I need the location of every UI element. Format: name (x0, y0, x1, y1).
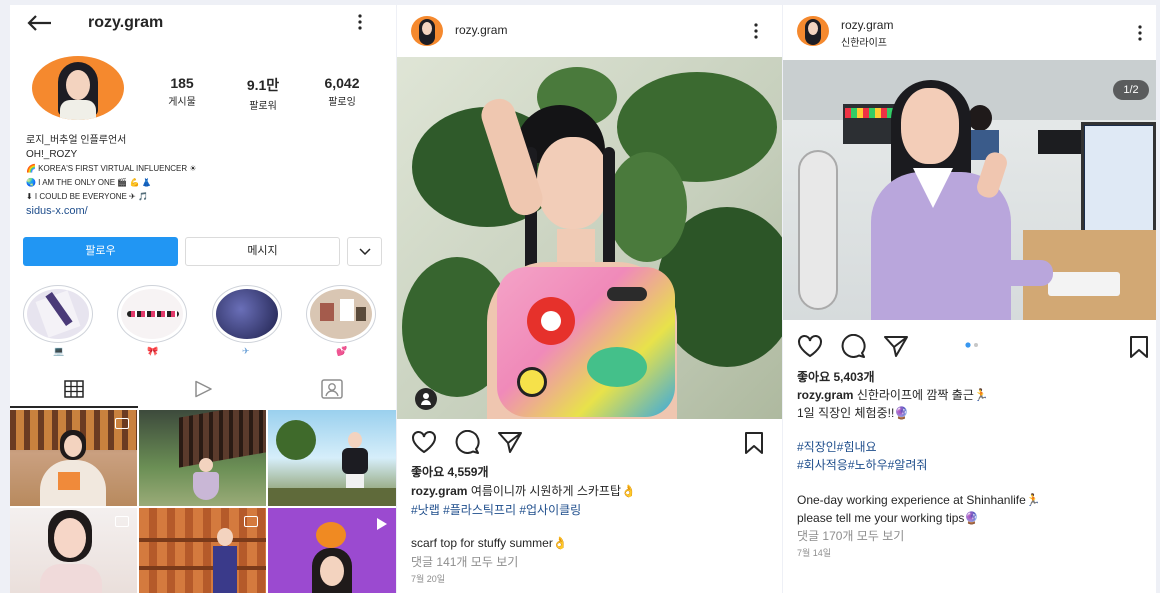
caption-hashtags[interactable]: #회사적응#노하우#알려줘 (797, 456, 1147, 474)
story-emoji: 🎀 (147, 346, 159, 356)
post-location[interactable]: 신한라이프 (841, 34, 887, 49)
caption-text: 신한라이프에 깜짝 출근🏃 (856, 388, 989, 402)
more-options-icon[interactable] (1137, 24, 1143, 42)
chevron-down-icon (359, 248, 371, 256)
stat-followers-value: 9.1만 (246, 77, 280, 93)
profile-bio: 로지_버추얼 인플루언서 OH!_ROZY 🌈 KOREA'S FIRST VI… (26, 134, 386, 218)
stat-following-value: 6,042 (324, 75, 360, 91)
grid-tab-icon[interactable] (64, 380, 84, 398)
post-date: 7월 14일 (797, 548, 832, 558)
profile-avatar[interactable] (32, 56, 124, 120)
profile-panel: rozy.gram 185 게시물 9.1만 팔로워 6,042 팔로잉 로지_… (10, 5, 396, 593)
reels-tab-icon[interactable] (193, 380, 213, 398)
bio-line: ⬇ I COULD BE EVERYONE ✈ 🎵 (26, 192, 148, 201)
story-highlight[interactable] (23, 285, 93, 343)
bio-line: 로지_버추얼 인플루언서 (26, 135, 127, 146)
post-username[interactable]: rozy.gram (841, 18, 893, 32)
story-emoji: 💕 (336, 346, 348, 356)
grid-photo[interactable] (10, 410, 137, 506)
more-options-icon[interactable] (753, 22, 759, 40)
post-date: 7월 20일 (411, 574, 446, 584)
post-avatar[interactable] (797, 16, 829, 46)
grid-photo[interactable] (139, 508, 266, 593)
tagged-user-icon[interactable] (415, 388, 437, 410)
story-highlight[interactable] (306, 285, 376, 343)
grid-photo[interactable] (139, 410, 266, 506)
post-panel-scarf: rozy.gram 좋아요 4,559개 rozy.gram 여름이니까 시원하… (397, 5, 782, 593)
caption-text-line2: 1일 직장인 체험중!!🔮 (797, 406, 910, 420)
likes-count[interactable]: 좋아요 4,559개 (411, 463, 771, 482)
share-send-icon[interactable] (497, 430, 523, 454)
view-comments-link[interactable]: 댓글 170개 모두 보기 (797, 527, 1147, 545)
story-emoji: 💻 (53, 346, 65, 356)
bio-link[interactable]: sidus-x.com/ (26, 204, 386, 218)
comment-icon[interactable] (840, 334, 866, 358)
like-heart-icon[interactable] (797, 334, 823, 358)
like-heart-icon[interactable] (411, 430, 437, 454)
bio-line: 🌏 I AM THE ONLY ONE 🎬 💪 👗 (26, 178, 152, 187)
scarf-top (497, 267, 675, 417)
bio-line: 🌈 KOREA'S FIRST VIRTUAL INFLUENCER ☀ (26, 164, 197, 173)
post-caption-block: 좋아요 4,559개 rozy.gram 여름이니까 시원하게 스카프탑👌 #낫… (411, 463, 771, 586)
grid-photo[interactable] (268, 410, 396, 506)
grid-photo[interactable] (268, 508, 396, 593)
caption-english: One-day working experience at Shinhanlif… (797, 493, 1041, 507)
save-bookmark-icon[interactable] (744, 431, 764, 455)
bio-line: OH!_ROZY (26, 149, 78, 160)
comment-icon[interactable] (454, 430, 480, 454)
save-bookmark-icon[interactable] (1129, 335, 1149, 359)
carousel-counter: 1/2 (1113, 80, 1149, 100)
carousel-dots (965, 342, 981, 348)
caption-english: scarf top for stuffy summer👌 (411, 536, 568, 550)
profile-username: rozy.gram (88, 14, 164, 31)
caption-english-line2: please tell me your working tips🔮 (797, 511, 980, 525)
caption-username[interactable]: rozy.gram (797, 388, 853, 402)
caption-hashtags[interactable]: #낫랩 #플라스틱프리 #업사이클링 (411, 501, 771, 520)
story-emoji: ✈ (242, 346, 250, 356)
caption-username[interactable]: rozy.gram (411, 484, 467, 498)
message-button[interactable]: 메시지 (185, 237, 340, 266)
stat-posts[interactable]: 185 게시물 (157, 75, 207, 108)
stat-posts-label: 게시물 (168, 97, 196, 108)
post-username[interactable]: rozy.gram (455, 23, 507, 37)
grid-photo[interactable] (10, 508, 137, 593)
share-send-icon[interactable] (883, 334, 909, 358)
post-image[interactable] (397, 57, 782, 419)
stat-posts-value: 185 (170, 75, 194, 91)
story-highlight[interactable] (117, 285, 187, 343)
active-tab-indicator (10, 406, 138, 408)
post-caption-block: 좋아요 5,403개 rozy.gram 신한라이프에 깜짝 출근🏃 1일 직장… (797, 368, 1147, 561)
back-arrow-icon[interactable] (26, 14, 52, 32)
post-avatar[interactable] (411, 16, 443, 46)
story-highlight[interactable] (212, 285, 282, 343)
stat-following-label: 팔로잉 (328, 97, 356, 108)
video-play-icon (376, 517, 388, 531)
more-options-icon[interactable] (357, 13, 363, 31)
likes-count[interactable]: 좋아요 5,403개 (797, 368, 1147, 386)
view-comments-link[interactable]: 댓글 141개 모두 보기 (411, 553, 771, 572)
suggestions-button[interactable] (347, 237, 382, 266)
post-panel-office: rozy.gram 신한라이프 1/2 좋아요 5,403개 rozy.gram… (783, 5, 1156, 593)
caption-hashtags[interactable]: #직장인#힘내요 (797, 438, 1147, 456)
post-image[interactable]: 1/2 (783, 60, 1156, 320)
follow-button[interactable]: 팔로우 (23, 237, 178, 266)
stat-following[interactable]: 6,042 팔로잉 (314, 75, 370, 108)
tagged-tab-icon[interactable] (321, 379, 343, 399)
stat-followers-label: 팔로워 (249, 101, 277, 112)
caption-text: 여름이니까 시원하게 스카프탑👌 (470, 484, 636, 498)
stat-followers[interactable]: 9.1만 팔로워 (235, 75, 291, 112)
